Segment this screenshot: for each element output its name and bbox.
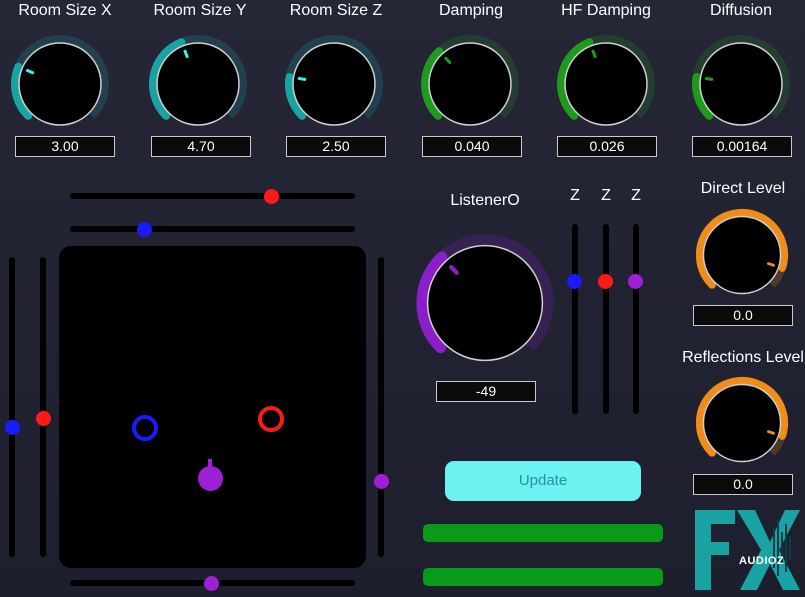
- room-size-z-label: Room Size Z: [289, 2, 383, 19]
- listener-orientation-value[interactable]: -49: [436, 381, 536, 402]
- room-size-y-value[interactable]: 4.70: [151, 136, 251, 157]
- blue-source-ring[interactable]: [132, 415, 158, 441]
- knob-face: [564, 42, 648, 126]
- listener-orientation-knob[interactable]: [415, 233, 555, 373]
- damping-value[interactable]: 0.040: [422, 136, 522, 157]
- hf-damping-value[interactable]: 0.026: [557, 136, 657, 157]
- damping-label: Damping: [438, 2, 504, 19]
- z-slider-purple-track[interactable]: [378, 257, 384, 557]
- direct-level-label: Direct Level: [700, 180, 786, 197]
- red-source-ring[interactable]: [258, 406, 284, 432]
- z-slider-blue-track[interactable]: [572, 224, 578, 414]
- listener-source[interactable]: [198, 466, 223, 491]
- knob-pointer: [766, 430, 775, 435]
- y-slider-blue-handle[interactable]: [5, 420, 20, 435]
- room-size-x-label: Room Size X: [18, 2, 112, 19]
- room-size-z-value[interactable]: 2.50: [286, 136, 386, 157]
- diffusion-label: Diffusion: [710, 2, 772, 19]
- knob-face: [699, 42, 783, 126]
- z-slider-blue-handle[interactable]: [567, 274, 582, 289]
- direct-level-knob[interactable]: [695, 208, 789, 302]
- knob-face: [428, 42, 512, 126]
- z-slider-purple-track-2[interactable]: [633, 224, 639, 414]
- x-slider-purple-handle[interactable]: [204, 576, 219, 591]
- listener-orientation-label: ListenerO: [450, 192, 520, 209]
- knob-pointer: [25, 69, 35, 75]
- knob-face: [702, 215, 782, 295]
- reflections-level-knob[interactable]: [695, 376, 789, 470]
- y-slider-blue-track[interactable]: [9, 257, 15, 557]
- xy-position-pad[interactable]: [59, 246, 366, 568]
- z-label-purple: Z: [631, 187, 641, 204]
- level-meter-right: [423, 568, 663, 586]
- diffusion-knob[interactable]: [691, 34, 791, 134]
- z-label-blue: Z: [570, 187, 580, 204]
- room-size-x-knob[interactable]: [10, 34, 110, 134]
- x-slider-red-track[interactable]: [70, 193, 355, 199]
- knob-pointer: [766, 262, 775, 267]
- room-size-y-label: Room Size Y: [153, 2, 247, 19]
- reflections-level-value[interactable]: 0.0: [693, 474, 793, 495]
- z-slider-purple-handle[interactable]: [374, 474, 389, 489]
- knob-face: [426, 244, 544, 362]
- y-slider-red-track[interactable]: [40, 257, 46, 557]
- room-size-z-knob[interactable]: [284, 34, 384, 134]
- x-slider-blue-handle[interactable]: [137, 222, 152, 237]
- knob-pointer: [704, 76, 714, 81]
- z-slider-red-handle[interactable]: [598, 274, 613, 289]
- z-slider-purple-handle-2[interactable]: [628, 274, 643, 289]
- x-slider-blue-track[interactable]: [70, 226, 355, 232]
- hf-damping-knob[interactable]: [556, 34, 656, 134]
- room-size-x-value[interactable]: 3.00: [15, 136, 115, 157]
- y-slider-red-handle[interactable]: [36, 411, 51, 426]
- knob-pointer: [591, 49, 597, 59]
- knob-face: [156, 42, 240, 126]
- watermark-text: AUDIOZ: [739, 555, 785, 567]
- z-slider-red-track[interactable]: [603, 224, 609, 414]
- direct-level-value[interactable]: 0.0: [693, 305, 793, 326]
- room-size-y-knob[interactable]: [148, 34, 248, 134]
- knob-pointer: [183, 49, 189, 59]
- damping-knob[interactable]: [420, 34, 520, 134]
- diffusion-value[interactable]: 0.00164: [692, 136, 792, 157]
- fx-logo: AUDIOZ: [695, 508, 800, 592]
- knob-face: [702, 383, 782, 463]
- x-slider-red-handle[interactable]: [264, 189, 279, 204]
- level-meter-left: [423, 524, 663, 542]
- z-label-red: Z: [601, 187, 611, 204]
- reflections-level-label: Reflections Level: [682, 349, 804, 366]
- update-button[interactable]: Update: [445, 461, 641, 501]
- knob-face: [292, 42, 376, 126]
- knob-pointer: [297, 76, 307, 81]
- hf-damping-label: HF Damping: [561, 2, 651, 19]
- knob-face: [18, 42, 102, 126]
